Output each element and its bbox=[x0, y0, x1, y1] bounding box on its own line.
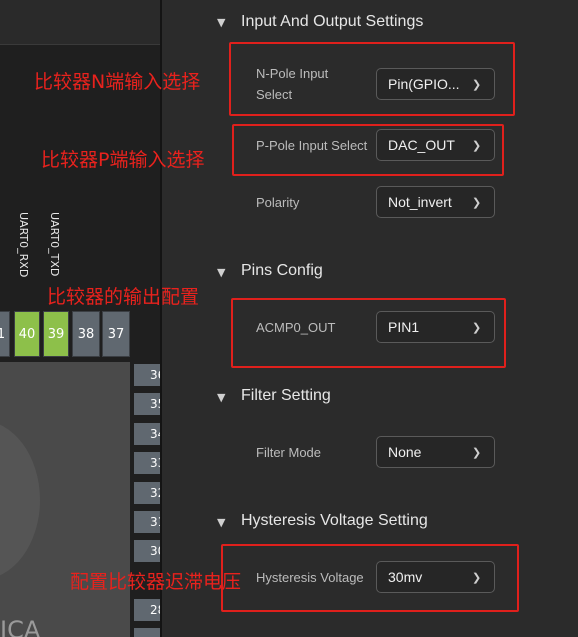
annotation-p-select: 比较器P端输入选择 bbox=[41, 149, 205, 171]
left-toolbar bbox=[0, 0, 160, 45]
pin-31[interactable]: 31 bbox=[134, 511, 160, 533]
collapse-caret-icon[interactable]: ▼ bbox=[217, 391, 225, 404]
polarity-value: Not_invert bbox=[388, 194, 452, 210]
pin-37[interactable]: 37 bbox=[102, 311, 130, 357]
pin-signal-label: UART0_TXD bbox=[48, 212, 61, 277]
collapse-caret-icon[interactable]: ▼ bbox=[217, 516, 225, 529]
annotation-box-output bbox=[231, 298, 506, 368]
section-title-hysteresis[interactable]: Hysteresis Voltage Setting bbox=[241, 512, 428, 530]
pin-34[interactable]: 34 bbox=[134, 423, 160, 445]
pin-28[interactable]: 28 bbox=[134, 599, 160, 621]
chevron-down-icon: ❯ bbox=[472, 446, 482, 459]
annotation-n-select: 比较器N端输入选择 bbox=[34, 71, 201, 93]
pin-36[interactable]: 36 bbox=[134, 364, 160, 386]
chip-label: ICA bbox=[0, 616, 41, 637]
pin-30[interactable]: 30 bbox=[134, 540, 160, 562]
pin-1[interactable]: 1 bbox=[0, 311, 10, 357]
annotation-hysteresis: 配置比较器迟滞电压 bbox=[70, 571, 242, 593]
section-title-pins-config[interactable]: Pins Config bbox=[241, 262, 323, 280]
pin-33[interactable]: 33 bbox=[134, 452, 160, 474]
pin-map-panel: UART0_RXD UART0_TXD 1 40 39 38 37 ICA 36… bbox=[0, 0, 160, 637]
collapse-caret-icon[interactable]: ▼ bbox=[217, 266, 225, 279]
annotation-output: 比较器的输出配置 bbox=[47, 286, 200, 308]
section-title-input-output[interactable]: Input And Output Settings bbox=[241, 13, 423, 31]
filter-mode-select[interactable]: None ❯ bbox=[376, 436, 495, 468]
pin-35[interactable]: 35 bbox=[134, 393, 160, 415]
pin-27[interactable] bbox=[134, 628, 160, 637]
polarity-select[interactable]: Not_invert ❯ bbox=[376, 186, 495, 218]
annotation-box-ppole bbox=[232, 124, 504, 176]
pin-38[interactable]: 38 bbox=[72, 311, 100, 357]
pin-signal-label: UART0_RXD bbox=[17, 212, 30, 278]
annotation-box-hysteresis bbox=[221, 544, 519, 612]
collapse-caret-icon[interactable]: ▼ bbox=[217, 16, 225, 29]
annotation-box-npole bbox=[229, 42, 515, 116]
polarity-label: Polarity bbox=[256, 195, 300, 210]
pin-39[interactable]: 39 bbox=[43, 311, 69, 357]
pin-40[interactable]: 40 bbox=[14, 311, 40, 357]
chevron-down-icon: ❯ bbox=[472, 196, 482, 209]
filter-mode-value: None bbox=[388, 444, 422, 460]
filter-mode-label: Filter Mode bbox=[256, 445, 322, 460]
section-title-filter[interactable]: Filter Setting bbox=[241, 387, 331, 405]
pin-32[interactable]: 32 bbox=[134, 482, 160, 504]
